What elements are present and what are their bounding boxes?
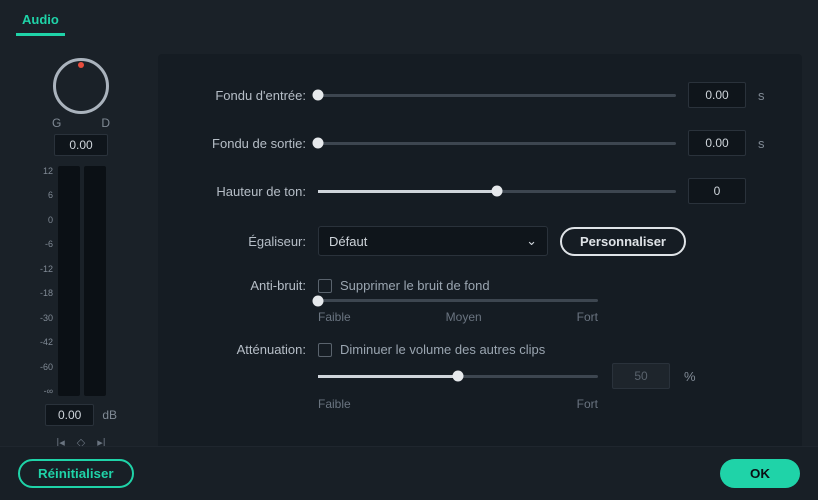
footer: Réinitialiser OK: [0, 446, 818, 500]
ducking-level-high: Fort: [577, 397, 598, 411]
ducking-label: Atténuation:: [176, 342, 306, 357]
denoise-level-low: Faible: [318, 310, 351, 324]
chevron-down-icon: ⌄: [526, 233, 537, 249]
denoise-checkbox[interactable]: [318, 279, 332, 293]
pitch-label: Hauteur de ton:: [176, 184, 306, 199]
pan-right-label: D: [101, 116, 110, 130]
denoise-level-high: Fort: [577, 310, 598, 324]
fadein-slider[interactable]: [318, 94, 676, 97]
fadeout-unit: s: [758, 136, 774, 151]
ducking-checkbox[interactable]: [318, 343, 332, 357]
fadeout-value[interactable]: 0.00: [688, 130, 746, 156]
customize-button[interactable]: Personnaliser: [560, 227, 686, 256]
scale-tick: -30: [40, 313, 53, 323]
scale-tick: -60: [40, 362, 53, 372]
meter-bar-right: [84, 166, 106, 396]
volume-unit: dB: [102, 408, 117, 422]
fadein-unit: s: [758, 88, 774, 103]
reset-button[interactable]: Réinitialiser: [18, 459, 134, 488]
ducking-unit: %: [684, 369, 700, 384]
pan-knob[interactable]: [53, 58, 109, 114]
ducking-check-label: Diminuer le volume des autres clips: [340, 342, 545, 357]
scale-tick: -6: [45, 239, 53, 249]
pan-value[interactable]: 0.00: [54, 134, 107, 156]
pan-left-label: G: [52, 116, 61, 130]
denoise-level-mid: Moyen: [446, 310, 482, 324]
scale-tick: -18: [40, 288, 53, 298]
denoise-label: Anti-bruit:: [176, 278, 306, 293]
volume-value[interactable]: 0.00: [45, 404, 94, 426]
meter-scale: 12 6 0 -6 -12 -18 -30 -42 -60 -∞: [26, 166, 58, 396]
ducking-level-low: Faible: [318, 397, 351, 411]
scale-tick: 12: [43, 166, 53, 176]
fadein-value[interactable]: 0.00: [688, 82, 746, 108]
pitch-slider[interactable]: [318, 190, 676, 193]
scale-tick: -∞: [44, 386, 53, 396]
pitch-value[interactable]: 0: [688, 178, 746, 204]
tab-audio[interactable]: Audio: [16, 8, 65, 36]
denoise-check-label: Supprimer le bruit de fond: [340, 278, 490, 293]
left-panel: G D 0.00 12 6 0 -6 -12 -18 -30 -42 -60 -∞ 0.00 dB…: [16, 54, 146, 449]
meter-bar-left: [58, 166, 80, 396]
scale-tick: -42: [40, 337, 53, 347]
ok-button[interactable]: OK: [720, 459, 800, 488]
equalizer-value: Défaut: [329, 234, 367, 249]
denoise-slider[interactable]: [318, 299, 598, 302]
fadeout-slider[interactable]: [318, 142, 676, 145]
equalizer-label: Égaliseur:: [176, 234, 306, 249]
tab-bar: Audio: [0, 0, 818, 36]
fadeout-label: Fondu de sortie:: [176, 136, 306, 151]
equalizer-select[interactable]: Défaut ⌄: [318, 226, 548, 256]
settings-panel: Fondu d'entrée: 0.00 s Fondu de sortie: …: [158, 54, 802, 449]
scale-tick: 0: [48, 215, 53, 225]
scale-tick: 6: [48, 190, 53, 200]
ducking-value[interactable]: 50: [612, 363, 670, 389]
scale-tick: -12: [40, 264, 53, 274]
fadein-label: Fondu d'entrée:: [176, 88, 306, 103]
ducking-slider[interactable]: [318, 375, 598, 378]
